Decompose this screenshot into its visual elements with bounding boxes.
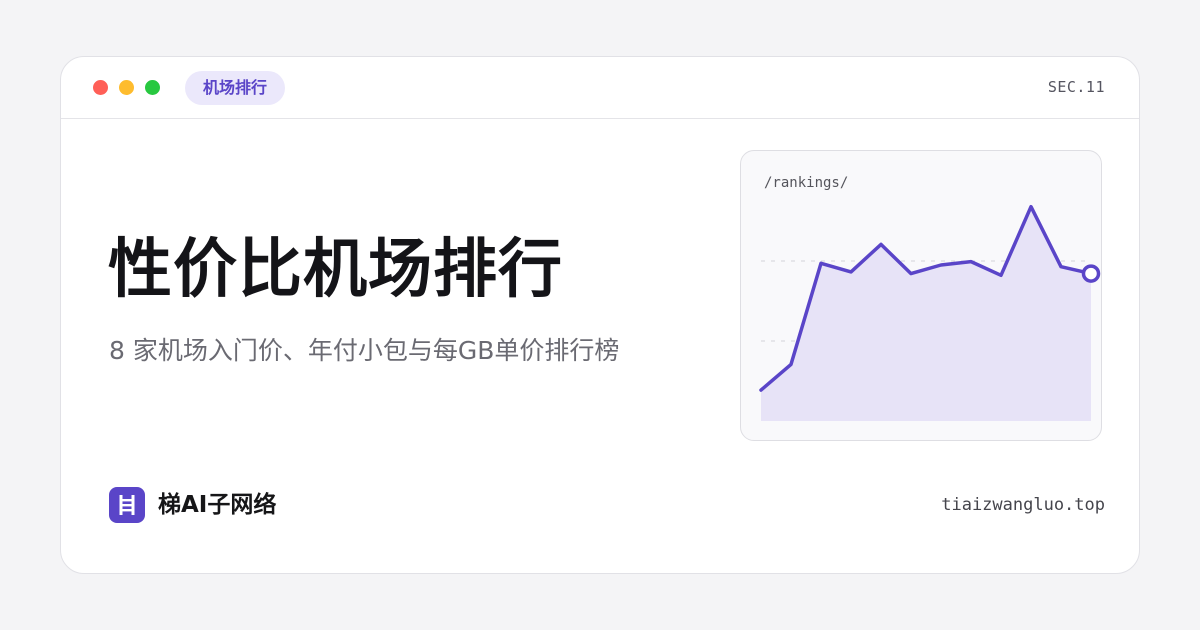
maximize-window-dot[interactable]	[145, 80, 160, 95]
chart-point-current	[1081, 264, 1101, 283]
page-title: 性价比机场排行	[108, 233, 563, 307]
section-code: SEC.11	[1047, 78, 1105, 96]
chart-card: /rankings/	[740, 150, 1102, 441]
page-subtitle: 8 家机场入门价、年付小包与每GB单价排行榜	[109, 336, 620, 365]
close-window-dot[interactable]	[93, 80, 108, 95]
card-window: 机场排行 SEC.11 性价比机场排行 8 家机场入门价、年付小包与每GB单价排…	[60, 56, 1140, 574]
title-bar: 机场排行 SEC.11	[61, 57, 1139, 119]
rankings-chart: /rankings/	[759, 175, 1101, 421]
category-tag[interactable]: 机场排行	[185, 71, 286, 105]
chart-area-fill	[761, 206, 1091, 421]
chart-path-label: /rankings/	[764, 175, 848, 191]
brand-name[interactable]: 梯AI子网络	[158, 489, 276, 521]
minimize-window-dot[interactable]	[119, 80, 134, 95]
brand-logo[interactable]	[109, 487, 145, 523]
site-domain[interactable]: tiaizwangluo.top	[941, 495, 1105, 515]
ladder-icon	[109, 487, 145, 523]
